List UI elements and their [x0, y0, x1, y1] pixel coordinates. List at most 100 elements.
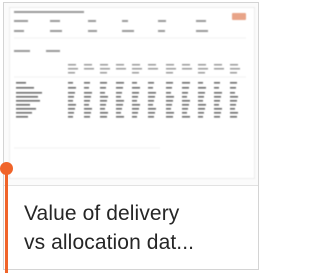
- thumb-row-cell: [68, 96, 74, 98]
- thumb-section-label: [14, 50, 30, 52]
- thumb-row-cell: [166, 92, 171, 94]
- thumb-row-cell: [132, 82, 137, 84]
- thumb-row-cell: [100, 82, 107, 84]
- thumb-row-cell: [230, 112, 238, 114]
- thumb-row-cell: [166, 87, 172, 89]
- thumb-col-header: [166, 72, 173, 74]
- thumb-col-header: [198, 68, 208, 70]
- thumb-summary-cell: [14, 20, 28, 22]
- thumb-col-header: [166, 68, 176, 70]
- thumbnail-document: [9, 7, 255, 179]
- thumb-summary-cell: [122, 30, 134, 32]
- report-card[interactable]: Value of delivery vs allocation dat...: [3, 2, 259, 270]
- thumb-row-cell: [68, 116, 73, 118]
- thumb-row-cell: [116, 87, 123, 89]
- thumb-row-cell: [230, 116, 237, 118]
- thumb-row-cell: [68, 112, 74, 114]
- thumb-summary-cell: [122, 20, 128, 22]
- thumb-row-cell: [182, 100, 190, 102]
- thumb-row-cell: [182, 112, 187, 114]
- thumb-col-header: [116, 68, 126, 70]
- thumb-summary-cell: [88, 30, 97, 32]
- thumb-row-cell: [132, 100, 137, 102]
- thumb-row-cell: [84, 108, 92, 110]
- thumb-row-cell: [214, 96, 221, 98]
- thumb-row-cell: [116, 108, 122, 110]
- thumb-row-cell: [166, 112, 174, 114]
- thumb-row-cell: [84, 100, 90, 102]
- thumb-col-header: [84, 64, 92, 66]
- thumb-row-cell: [148, 104, 153, 106]
- thumb-row-label: [16, 96, 38, 98]
- thumb-col-header: [100, 68, 110, 70]
- thumb-summary-cell: [196, 30, 208, 32]
- thumb-row-cell: [132, 116, 137, 118]
- thumb-row-cell: [116, 100, 124, 102]
- thumb-row-cell: [100, 108, 105, 110]
- thumb-col-header: [68, 64, 76, 66]
- thumb-col-header: [214, 68, 224, 70]
- thumb-row-cell: [230, 87, 236, 89]
- thumb-row-cell: [230, 82, 237, 84]
- thumb-col-header: [182, 68, 192, 70]
- thumb-row-cell: [166, 96, 174, 98]
- thumb-row-cell: [116, 104, 123, 106]
- thumb-row-cell: [182, 87, 189, 89]
- thumb-row-cell: [230, 108, 235, 110]
- thumb-row-cell: [214, 82, 220, 84]
- thumb-row-cell: [116, 82, 124, 84]
- thumb-col-header: [100, 72, 107, 74]
- thumb-row-label: [16, 104, 30, 106]
- thumb-row-cell: [230, 104, 236, 106]
- thumb-row-cell: [166, 108, 171, 110]
- thumb-col-header: [132, 72, 139, 74]
- thumb-row-cell: [198, 100, 203, 102]
- thumb-row-cell: [198, 82, 203, 84]
- thumb-row-label: [16, 92, 42, 94]
- thumb-row-cell: [198, 104, 206, 106]
- thumb-row-cell: [230, 92, 235, 94]
- thumb-row-cell: [166, 116, 173, 118]
- thumb-row-cell: [148, 82, 154, 84]
- thumb-col-header: [116, 64, 124, 66]
- thumb-row-cell: [100, 100, 107, 102]
- thumb-row-cell: [100, 92, 105, 94]
- accent-stem: [5, 172, 8, 273]
- thumb-row-cell: [68, 104, 76, 106]
- thumb-row-label: [16, 100, 40, 102]
- thumb-row-cell: [84, 87, 89, 89]
- thumb-row-cell: [68, 82, 73, 84]
- thumb-row-cell: [84, 104, 89, 106]
- thumb-row-cell: [182, 104, 189, 106]
- thumb-summary-cell: [158, 30, 165, 32]
- thumb-row-cell: [100, 112, 108, 114]
- thumb-row-cell: [100, 87, 106, 89]
- thumb-col-header: [214, 64, 222, 66]
- thumb-summary-cell: [196, 20, 206, 22]
- thumb-col-header: [100, 64, 108, 66]
- card-divider: [4, 185, 258, 186]
- thumb-row-cell: [182, 92, 188, 94]
- thumb-row-cell: [230, 100, 237, 102]
- thumb-row-cell: [214, 100, 220, 102]
- thumb-col-header: [148, 68, 158, 70]
- thumbnail-logo: [232, 13, 246, 20]
- thumb-row-cell: [198, 112, 204, 114]
- thumb-row-cell: [148, 92, 156, 94]
- thumb-row-cell: [84, 82, 90, 84]
- thumbnail-table-graphic: [14, 11, 246, 149]
- thumb-row-cell: [198, 116, 203, 118]
- thumb-row-cell: [84, 96, 91, 98]
- thumb-row-cell: [148, 100, 154, 102]
- thumb-row-cell: [214, 87, 219, 89]
- report-thumbnail: [4, 3, 258, 185]
- report-title[interactable]: Value of delivery vs allocation dat...: [24, 199, 252, 257]
- thumb-row-cell: [132, 112, 138, 114]
- thumb-row-cell: [100, 116, 107, 118]
- thumb-summary-cell: [50, 30, 62, 32]
- thumb-summary-cell: [158, 20, 166, 22]
- thumb-row-cell: [182, 96, 187, 98]
- thumb-col-header: [68, 72, 75, 74]
- thumb-row-cell: [198, 87, 206, 89]
- thumb-row-cell: [100, 104, 106, 106]
